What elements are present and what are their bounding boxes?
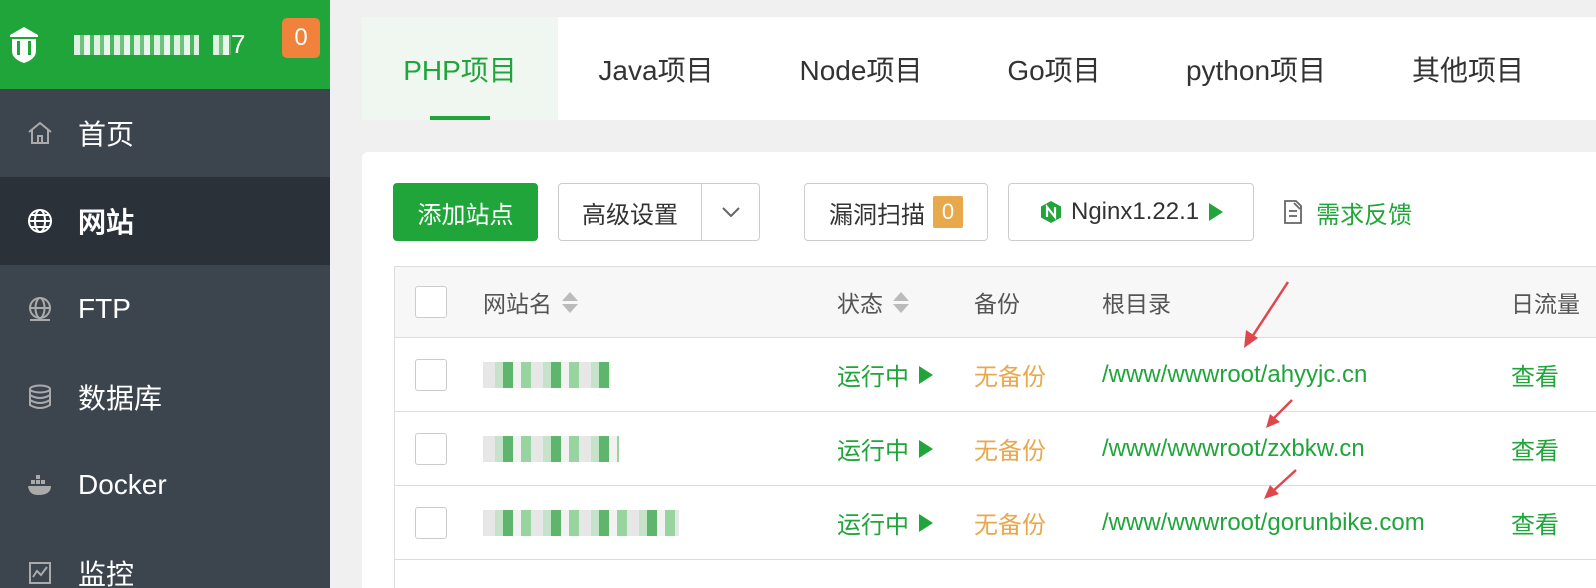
feedback-icon	[1284, 200, 1302, 224]
status-label: 运行中	[837, 364, 909, 391]
sidebar-item-label: FTP	[78, 293, 131, 324]
sidebar-item-label: 网站	[78, 207, 135, 238]
home-icon	[26, 119, 54, 147]
sidebar-item-website[interactable]: 网站	[0, 177, 330, 265]
sidebar-item-home[interactable]: 首页	[0, 89, 330, 177]
view-flow-link[interactable]: 查看	[1511, 431, 1559, 466]
feedback-link[interactable]: 需求反馈	[1282, 195, 1412, 230]
server-name-suffix: 7	[231, 29, 246, 59]
logo-icon	[10, 26, 38, 63]
row-checkbox[interactable]	[415, 358, 447, 391]
col-status-label: 状态	[837, 291, 883, 317]
backup-status[interactable]: 无备份	[974, 431, 1046, 466]
root-dir-link[interactable]: /www/wwwroot/zxbkw.cn	[1102, 435, 1365, 463]
notification-badge[interactable]: 0	[282, 18, 320, 58]
root-dir-link[interactable]: /www/wwwroot/gorunbike.com	[1102, 509, 1425, 537]
tab-php[interactable]: PHP项目	[362, 17, 558, 120]
site-name-blurred[interactable]	[483, 509, 679, 536]
annotation-arrow	[1266, 399, 1293, 428]
table-row: 运行中 无备份 /www/wwwroot/ahyyjc.cn 查看	[395, 338, 1596, 412]
col-name-label: 网站名	[483, 291, 552, 317]
sidebar-item-database[interactable]: 数据库	[0, 353, 330, 441]
tab-other[interactable]: 其他项目	[1372, 17, 1564, 120]
backup-status[interactable]: 无备份	[974, 505, 1046, 540]
site-name-blurred[interactable]	[483, 361, 611, 388]
col-backup: 备份	[974, 291, 1020, 317]
play-icon	[1209, 203, 1224, 221]
sidebar-item-label: 首页	[78, 119, 135, 150]
row-checkbox[interactable]	[415, 506, 447, 539]
vuln-count-badge: 0	[933, 196, 963, 228]
sidebar-item-label: 数据库	[78, 383, 163, 414]
advanced-settings-dropdown[interactable]	[702, 184, 759, 240]
status-label: 运行中	[837, 438, 909, 465]
sidebar-header: 7 0	[0, 0, 330, 89]
monitor-icon	[26, 559, 54, 587]
add-site-button[interactable]: 添加站点	[393, 183, 538, 241]
status-running[interactable]: 运行中	[837, 431, 933, 466]
toolbar: 添加站点 高级设置 漏洞扫描 0 Nginx1.22.1 需求反馈	[393, 183, 1412, 241]
annotation-arrow	[1264, 469, 1297, 499]
vuln-scan-label: 漏洞扫描	[829, 201, 925, 229]
project-tabs: PHP项目 Java项目 Node项目 Go项目 python项目 其他项目	[362, 17, 1596, 120]
col-name[interactable]: 网站名	[483, 285, 578, 319]
play-icon	[919, 439, 933, 458]
tab-java[interactable]: Java项目	[558, 17, 754, 120]
ftp-icon	[26, 295, 54, 323]
advanced-settings-button[interactable]: 高级设置	[559, 184, 702, 240]
nginx-icon	[1041, 201, 1061, 223]
sidebar: 7 0 首页 网站 FTP 数据库 Docker 监控	[0, 0, 330, 588]
database-icon	[26, 383, 54, 411]
sidebar-item-label: Docker	[78, 469, 167, 500]
annotation-arrow	[1244, 281, 1290, 348]
table-row-partial	[395, 560, 1596, 588]
sort-icon	[562, 291, 578, 313]
status-running[interactable]: 运行中	[837, 505, 933, 540]
backup-status[interactable]: 无备份	[974, 357, 1046, 392]
status-running[interactable]: 运行中	[837, 357, 933, 392]
globe-icon	[26, 207, 54, 235]
nginx-button[interactable]: Nginx1.22.1	[1008, 183, 1255, 241]
table-row: 运行中 无备份 /www/wwwroot/gorunbike.com 查看	[395, 486, 1596, 560]
feedback-label: 需求反馈	[1316, 201, 1413, 229]
status-label: 运行中	[837, 512, 909, 539]
tab-python[interactable]: python项目	[1140, 17, 1372, 120]
root-dir-link[interactable]: /www/wwwroot/ahyyjc.cn	[1102, 361, 1367, 389]
select-all-checkbox[interactable]	[415, 286, 447, 318]
table-row: 运行中 无备份 /www/wwwroot/zxbkw.cn 查看	[395, 412, 1596, 486]
sidebar-item-ftp[interactable]: FTP	[0, 265, 330, 353]
tab-node[interactable]: Node项目	[754, 17, 968, 120]
nginx-version: Nginx1.22.1	[1071, 198, 1200, 225]
docker-icon	[26, 471, 54, 499]
col-root: 根目录	[1102, 291, 1171, 317]
site-list-panel: 添加站点 高级设置 漏洞扫描 0 Nginx1.22.1 需求反馈 网站名 状态…	[362, 152, 1596, 588]
view-flow-link[interactable]: 查看	[1511, 357, 1559, 392]
advanced-settings-split-button: 高级设置	[558, 183, 760, 241]
col-flow: 日流量	[1511, 291, 1580, 317]
site-name-blurred[interactable]	[483, 435, 619, 462]
row-checkbox[interactable]	[415, 432, 447, 465]
play-icon	[919, 365, 933, 384]
play-icon	[919, 513, 933, 532]
table-header: 网站名 状态 备份 根目录 日流量	[395, 267, 1596, 338]
sidebar-item-label: 监控	[78, 559, 135, 588]
view-flow-link[interactable]: 查看	[1511, 505, 1559, 540]
tab-go[interactable]: Go项目	[968, 17, 1140, 120]
col-status[interactable]: 状态	[837, 285, 909, 319]
server-name: 7	[74, 29, 245, 60]
vuln-scan-button[interactable]: 漏洞扫描 0	[804, 183, 988, 241]
sort-icon	[893, 291, 909, 313]
server-name-blurred-2	[213, 34, 231, 55]
site-table: 网站名 状态 备份 根目录 日流量 运行中 无备份 /www/wwwroot/a…	[394, 266, 1596, 588]
sidebar-item-monitor[interactable]: 监控	[0, 529, 330, 588]
chevron-down-icon	[721, 207, 740, 217]
server-name-blurred	[74, 34, 199, 55]
sidebar-item-docker[interactable]: Docker	[0, 441, 330, 529]
